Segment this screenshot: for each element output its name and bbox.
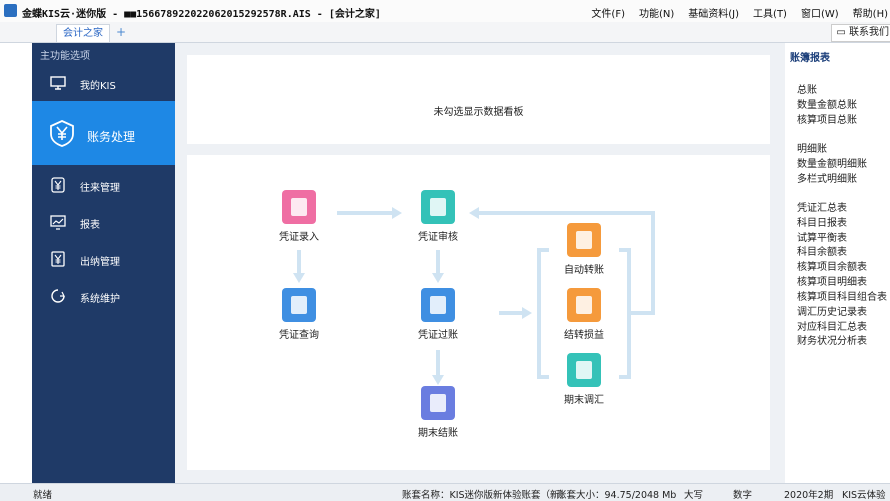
status-ready: 就绪 [33, 490, 53, 501]
report-link[interactable]: 科目日报表 [797, 214, 847, 229]
sidebar-item-label: 往来管理 [80, 183, 120, 194]
menu-basic-data[interactable]: 基础资料(J) [688, 5, 739, 20]
window-title: 金蝶KIS云·迷你版 - ■■156678922022062015292578R… [22, 9, 381, 20]
report-link[interactable]: 调汇历史记录表 [797, 303, 867, 318]
sidebar-item-my-kis[interactable]: 我的KIS [32, 65, 175, 101]
ledger-report-panel: 账簿报表 总账 数量金额总账 核算项目总账 明细账 数量金额明细账 多栏式明细账… [785, 43, 890, 483]
dashboard-message: 未勾选显示数据看板 [433, 107, 524, 118]
menu-bar: 文件(F) 功能(N) 基础资料(J) 工具(T) 窗口(W) 帮助(H) [591, 5, 888, 20]
yen-icon [51, 177, 65, 193]
flow-node-auto-transfer[interactable]: 自动转账 [549, 223, 619, 276]
status-num: 数字 [733, 490, 753, 501]
menu-function[interactable]: 功能(N) [639, 5, 674, 20]
sidebar-item-label: 报表 [80, 220, 100, 231]
flow-node-exchange-adjust[interactable]: 期末调汇 [549, 353, 619, 406]
report-link[interactable]: 总账 [797, 81, 817, 96]
sidebar-item-receivables[interactable]: 往来管理 [32, 167, 175, 203]
flow-node-label: 期末结账 [418, 428, 458, 439]
flow-node-voucher-query[interactable]: 凭证查询 [264, 288, 334, 341]
sidebar: 主功能选项 我的KIS 账务处理 往来管理 报表 出纳管理 系统维护 [32, 43, 175, 483]
contact-us-button[interactable]: ▭ 联系我们 [831, 24, 890, 42]
flow-node-period-closing[interactable]: 期末结账 [403, 386, 473, 439]
sidebar-item-label: 出纳管理 [80, 257, 120, 268]
report-link[interactable]: 多栏式明细账 [797, 170, 857, 185]
report-link[interactable]: 核算项目科目组合表 [797, 288, 887, 303]
menu-file[interactable]: 文件(F) [591, 5, 625, 20]
chat-icon: ▭ [836, 27, 849, 38]
flow-node-label: 凭证过账 [418, 330, 458, 341]
menu-tools[interactable]: 工具(T) [753, 5, 787, 20]
status-account-name: 账套名称：KIS迷你版新体验账套（新） [402, 490, 570, 501]
cycle-icon [51, 289, 65, 303]
app-logo-icon [4, 4, 17, 17]
flow-node-label: 自动转账 [564, 265, 604, 276]
menu-window[interactable]: 窗口(W) [801, 5, 839, 20]
auto-transfer-icon [567, 223, 601, 257]
status-period: 2020年2期 [784, 490, 834, 501]
flow-node-profit-loss[interactable]: 结转损益 [549, 288, 619, 341]
status-product: KIS云体验 [842, 490, 886, 501]
period-closing-icon [421, 386, 455, 420]
menu-help[interactable]: 帮助(H) [853, 5, 888, 20]
exchange-adjust-icon [567, 353, 601, 387]
report-link[interactable]: 明细账 [797, 140, 827, 155]
tab-accounting-home[interactable]: 会计之家 [56, 24, 110, 42]
group-bracket-right [619, 248, 631, 379]
sidebar-item-label: 系统维护 [80, 294, 120, 305]
flow-node-voucher-entry[interactable]: 凭证录入 [264, 190, 334, 243]
report-link[interactable]: 数量金额总账 [797, 96, 857, 111]
dashboard-panel: 未勾选显示数据看板 [187, 55, 770, 144]
chart-icon [50, 215, 66, 230]
workflow-panel: 凭证录入 凭证审核 凭证查询 凭证过账 期末结账 自动转账 结转损益 期末调汇 [187, 155, 770, 470]
voucher-posting-icon [421, 288, 455, 322]
contact-label: 联系我们 [849, 27, 889, 38]
flow-node-label: 凭证审核 [418, 232, 458, 243]
sidebar-item-accounting[interactable]: 账务处理 [32, 101, 175, 165]
sidebar-item-label: 账务处理 [87, 130, 136, 144]
voucher-audit-icon [421, 190, 455, 224]
report-link[interactable]: 财务状况分析表 [797, 332, 867, 347]
report-link[interactable]: 核算项目明细表 [797, 273, 867, 288]
yen-icon [51, 251, 65, 267]
flow-node-label: 期末调汇 [564, 395, 604, 406]
voucher-entry-icon [282, 190, 316, 224]
tab-row: 会计之家 + ▭ 联系我们 [0, 22, 890, 43]
status-caps: 大写 [684, 490, 704, 501]
flow-node-label: 凭证查询 [279, 330, 319, 341]
sidebar-item-reports[interactable]: 报表 [32, 204, 175, 240]
flow-node-voucher-audit[interactable]: 凭证审核 [403, 190, 473, 243]
sidebar-item-system[interactable]: 系统维护 [32, 278, 175, 314]
status-account-size: 账套大小：94.75/2048 Mb [557, 490, 677, 501]
report-link[interactable]: 数量金额明细账 [797, 155, 867, 170]
report-link[interactable]: 试算平衡表 [797, 229, 847, 244]
report-link[interactable]: 核算项目总账 [797, 111, 857, 126]
status-bar: 就绪 账套名称：KIS迷你版新体验账套（新） 账套大小：94.75/2048 M… [0, 483, 890, 501]
monitor-icon [50, 76, 66, 90]
left-strip [0, 43, 32, 483]
report-link[interactable]: 核算项目余额表 [797, 258, 867, 273]
profit-loss-icon [567, 288, 601, 322]
flow-node-label: 凭证录入 [279, 232, 319, 243]
report-link[interactable]: 对应科目汇总表 [797, 318, 867, 333]
group-bracket-left [537, 248, 549, 379]
title-bar: 金蝶KIS云·迷你版 - ■■156678922022062015292578R… [0, 0, 890, 23]
sidebar-item-label: 我的KIS [80, 81, 116, 92]
right-panel-title: 账簿报表 [790, 53, 830, 64]
sidebar-header: 主功能选项 [40, 51, 90, 62]
flow-node-label: 结转损益 [564, 330, 604, 341]
add-tab-icon[interactable]: + [116, 25, 126, 39]
voucher-query-icon [282, 288, 316, 322]
sidebar-item-cashier[interactable]: 出纳管理 [32, 241, 175, 277]
yen-icon [50, 120, 74, 147]
report-link[interactable]: 凭证汇总表 [797, 199, 847, 214]
flow-node-voucher-posting[interactable]: 凭证过账 [403, 288, 473, 341]
report-link[interactable]: 科目余额表 [797, 243, 847, 258]
